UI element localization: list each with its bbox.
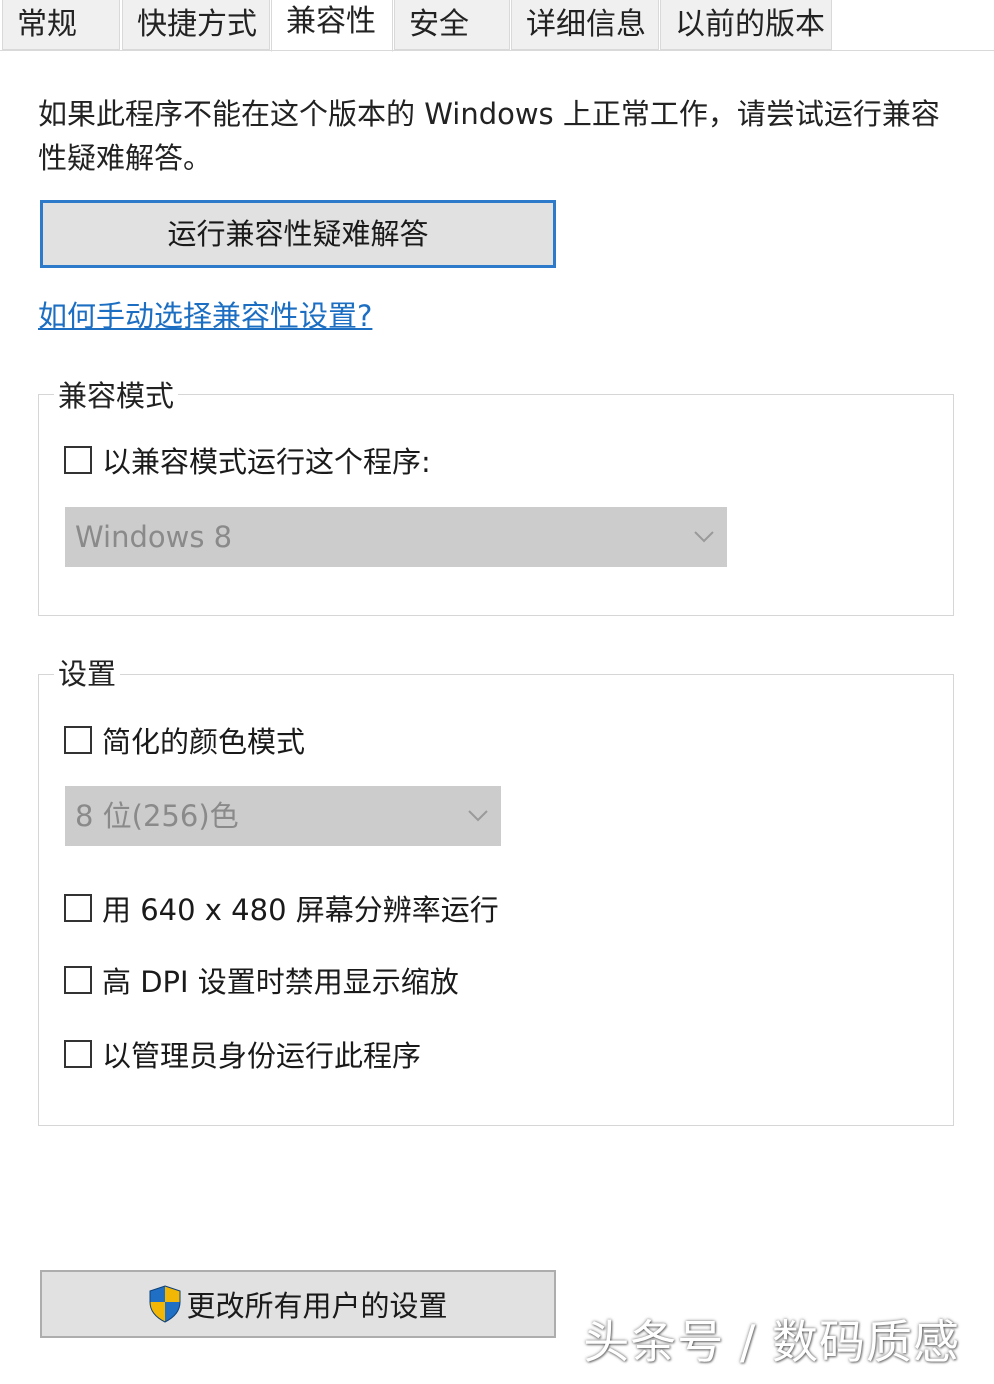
change-all-users-settings-label: 更改所有用户的设置: [186, 1289, 448, 1323]
reduced-color-label: 简化的颜色模式: [102, 725, 306, 759]
tab-previous-versions[interactable]: 以前的版本: [660, 0, 832, 50]
tab-divider: [0, 50, 994, 51]
chevron-down-icon: [467, 786, 489, 846]
disable-dpi-scaling-label: 高 DPI 设置时禁用显示缩放: [102, 965, 459, 999]
low-resolution-checkbox[interactable]: [64, 894, 92, 922]
color-depth-select: 8 位(256)色: [65, 786, 501, 846]
run-troubleshooter-button[interactable]: 运行兼容性疑难解答: [40, 200, 556, 268]
uac-shield-icon: [148, 1285, 182, 1323]
low-resolution-row[interactable]: 用 640 x 480 屏幕分辨率运行: [64, 888, 499, 928]
tab-security[interactable]: 安全: [394, 0, 510, 50]
run-as-admin-row[interactable]: 以管理员身份运行此程序: [64, 1034, 421, 1074]
low-resolution-label: 用 640 x 480 屏幕分辨率运行: [102, 893, 499, 927]
os-version-select: Windows 8: [65, 507, 727, 567]
compat-mode-label: 以兼容模式运行这个程序:: [102, 445, 431, 479]
tab-bar: 常规 快捷方式 兼容性 安全 详细信息 以前的版本: [0, 0, 994, 52]
tab-shortcut[interactable]: 快捷方式: [122, 0, 270, 50]
disable-dpi-scaling-checkbox[interactable]: [64, 966, 92, 994]
os-version-value: Windows 8: [75, 520, 233, 554]
compat-mode-checkbox[interactable]: [64, 446, 92, 474]
reduced-color-row[interactable]: 简化的颜色模式: [64, 720, 305, 760]
manual-settings-help-link[interactable]: 如何手动选择兼容性设置?: [38, 296, 372, 336]
compat-mode-group: [38, 394, 954, 616]
change-all-users-settings-button[interactable]: 更改所有用户的设置: [40, 1270, 556, 1338]
color-depth-value: 8 位(256)色: [75, 799, 239, 833]
chevron-down-icon: [693, 507, 715, 567]
compat-mode-row[interactable]: 以兼容模式运行这个程序:: [64, 440, 431, 480]
settings-title: 设置: [54, 656, 121, 692]
reduced-color-checkbox[interactable]: [64, 726, 92, 754]
tab-general[interactable]: 常规: [2, 0, 120, 50]
intro-text: 如果此程序不能在这个版本的 Windows 上正常工作，请尝试运行兼容性疑难解答…: [38, 97, 940, 175]
tab-details[interactable]: 详细信息: [511, 0, 659, 50]
run-as-admin-label: 以管理员身份运行此程序: [102, 1039, 422, 1073]
compat-mode-title: 兼容模式: [54, 378, 179, 414]
watermark-text: 头条号 / 数码质感: [583, 1315, 960, 1369]
disable-dpi-scaling-row[interactable]: 高 DPI 设置时禁用显示缩放: [64, 960, 459, 1000]
run-as-admin-checkbox[interactable]: [64, 1040, 92, 1068]
tab-compatibility[interactable]: 兼容性: [271, 0, 393, 52]
